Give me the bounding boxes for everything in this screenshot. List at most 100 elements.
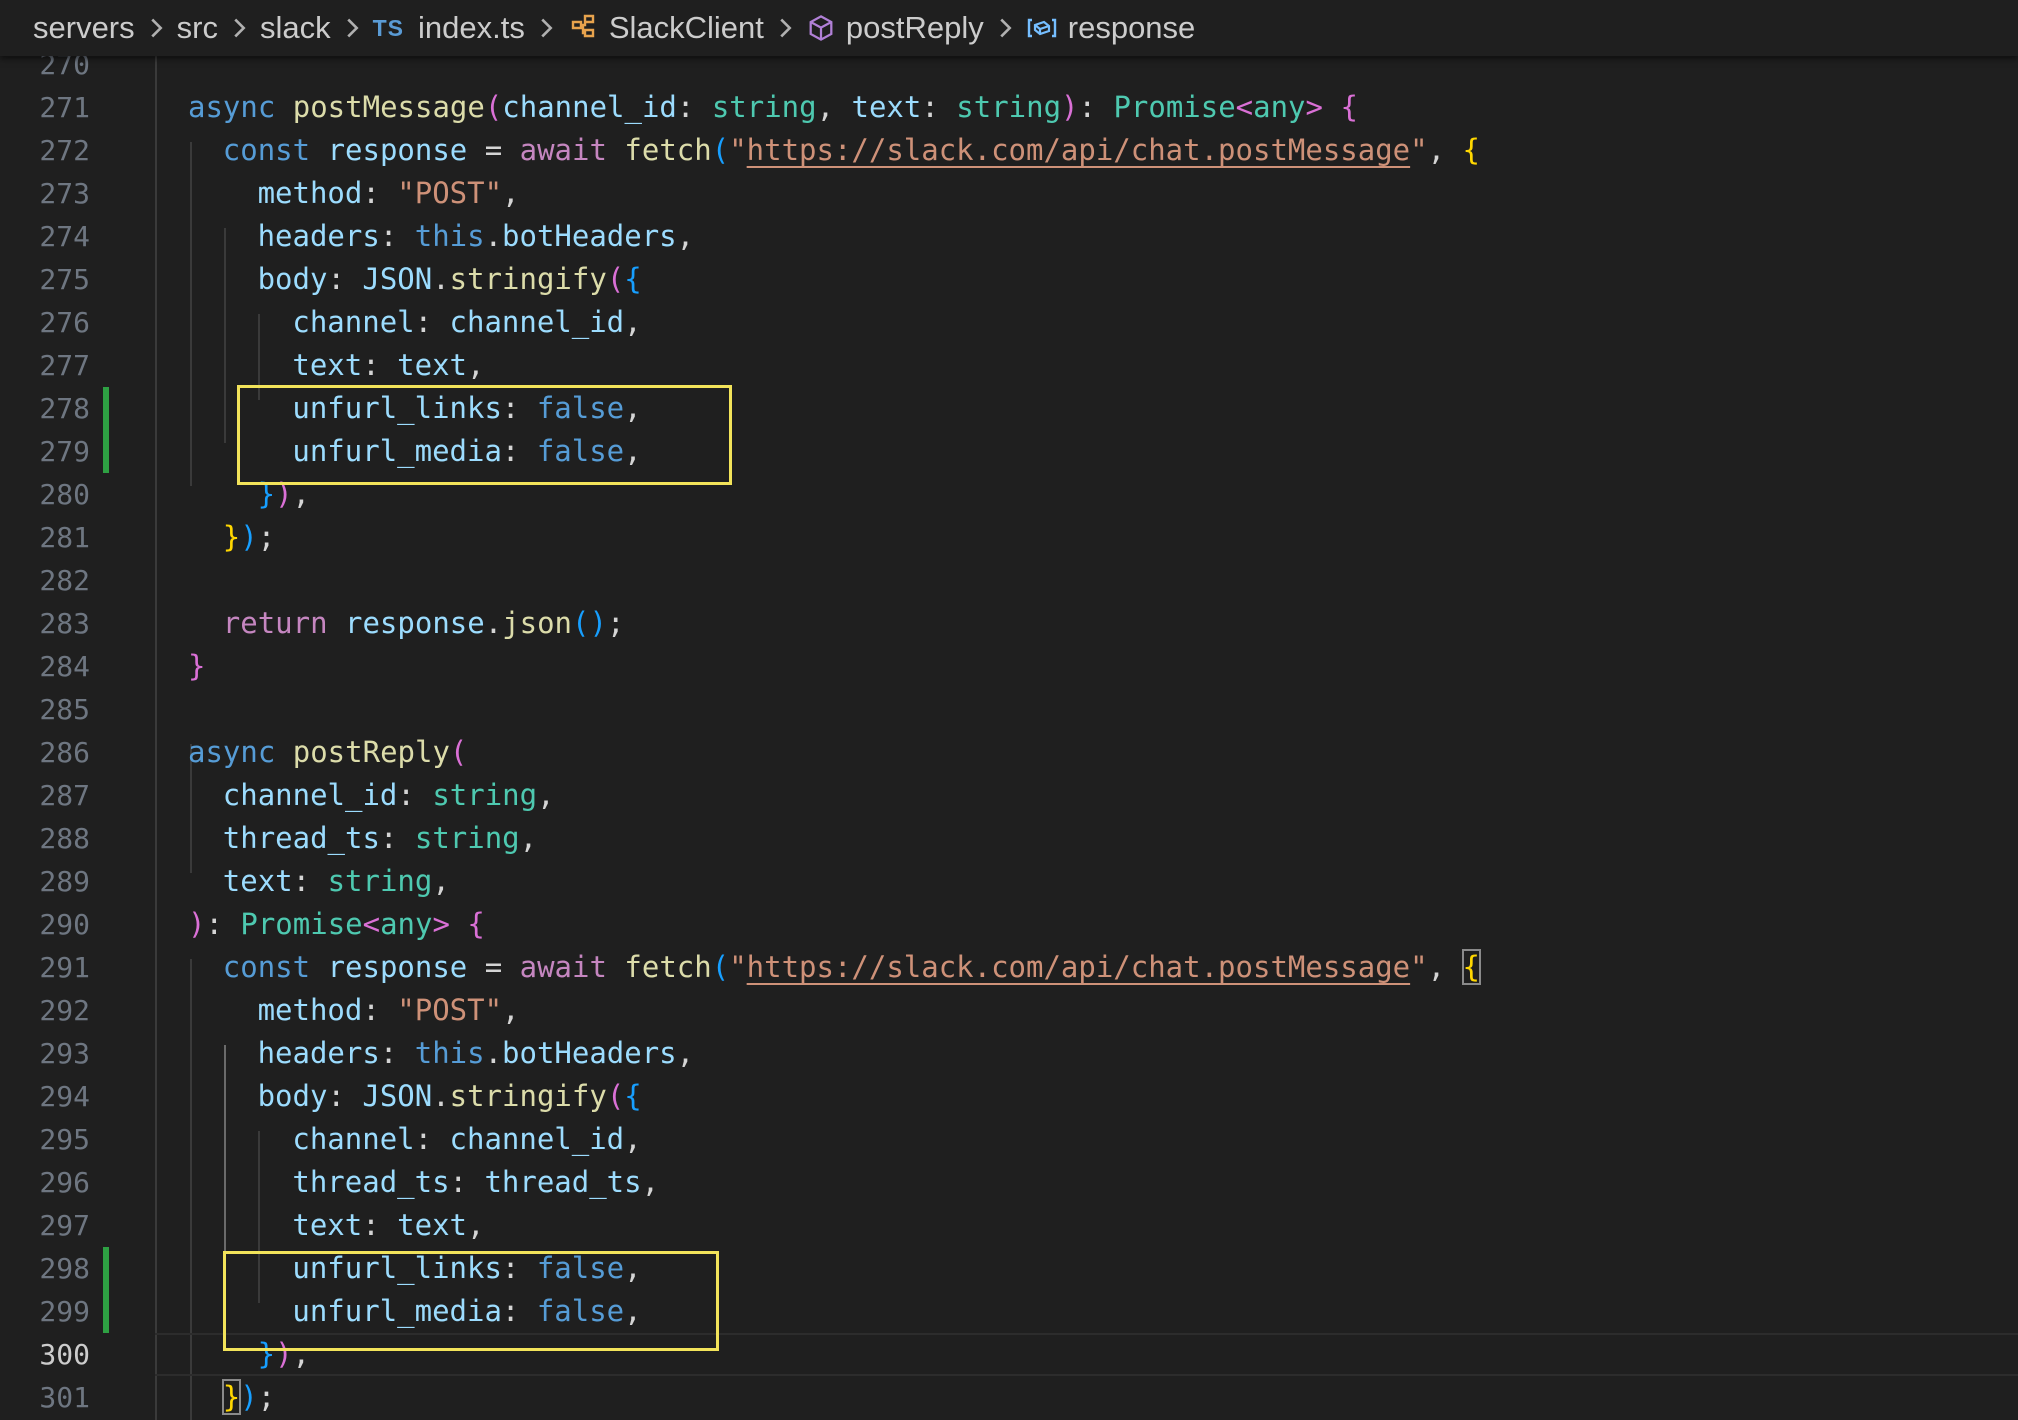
code-line[interactable]: 293 headers: this.botHeaders,	[0, 1032, 2018, 1075]
code-token: )	[275, 1337, 293, 1371]
crumb-postreply[interactable]: postReply	[806, 10, 984, 46]
code-token: channel	[292, 305, 415, 339]
code-token: response	[327, 133, 468, 167]
code-line[interactable]: 276 channel: channel_id,	[0, 301, 2018, 344]
code-token: :	[501, 1294, 537, 1328]
code-line[interactable]: 296 thread_ts: thread_ts,	[0, 1161, 2018, 1204]
code-line[interactable]: 287 channel_id: string,	[0, 774, 2018, 817]
code-line[interactable]: 272 const response = await fetch("https:/…	[0, 129, 2018, 172]
line-number: 295	[39, 1123, 90, 1156]
code-token: async	[188, 735, 293, 769]
code-token: :	[921, 90, 957, 124]
code-line[interactable]: 270	[0, 56, 2018, 86]
line-number: 280	[39, 478, 90, 511]
code-text: thread_ts: string,	[223, 817, 537, 860]
code-token: }	[222, 520, 241, 554]
crumb-src[interactable]: src	[177, 10, 218, 46]
code-line[interactable]: 299 unfurl_media: false,	[0, 1290, 2018, 1333]
git-added-marker[interactable]	[103, 430, 109, 473]
crumb-servers[interactable]: servers	[33, 10, 135, 46]
crumb-response[interactable]: response	[1026, 10, 1195, 46]
code-token: .	[484, 606, 503, 640]
code-token: >	[432, 907, 450, 941]
code-token: ,	[467, 1208, 485, 1242]
code-line[interactable]: 275 body: JSON.stringify({	[0, 258, 2018, 301]
code-line[interactable]: 273 method: "POST",	[0, 172, 2018, 215]
crumb-slackclient[interactable]: SlackClient	[567, 10, 764, 46]
chevron-right-icon	[141, 13, 171, 43]
line-number: 274	[39, 220, 90, 253]
code-token: :	[501, 434, 537, 468]
code-line[interactable]: 281});	[0, 516, 2018, 559]
code-token: method	[257, 993, 363, 1027]
code-line[interactable]: 297 text: text,	[0, 1204, 2018, 1247]
line-number: 294	[39, 1080, 90, 1113]
code-token: ;	[606, 606, 625, 640]
code-text: text: text,	[292, 344, 484, 387]
breadcrumb-label: slack	[259, 10, 331, 45]
code-token: const	[222, 950, 328, 984]
code-line[interactable]: 280}),	[0, 473, 2018, 516]
code-token: :	[362, 993, 398, 1027]
git-added-marker[interactable]	[103, 1290, 109, 1333]
code-line[interactable]: 298 unfurl_links: false,	[0, 1247, 2018, 1290]
code-line[interactable]: 286 async postReply(	[0, 731, 2018, 774]
code-line[interactable]: 295 channel: channel_id,	[0, 1118, 2018, 1161]
code-line[interactable]: 300}),	[0, 1333, 2018, 1376]
code-token: any	[380, 907, 433, 941]
code-token: :	[414, 1122, 450, 1156]
code-token: json	[502, 606, 573, 640]
code-line[interactable]: 274 headers: this.botHeaders,	[0, 215, 2018, 258]
code-token: :	[292, 864, 328, 898]
code-token: this	[414, 1036, 485, 1070]
line-number: 289	[39, 865, 90, 898]
code-line[interactable]: 291 const response = await fetch("https:/…	[0, 946, 2018, 989]
code-line[interactable]: 277 text: text,	[0, 344, 2018, 387]
git-added-marker[interactable]	[103, 387, 109, 430]
code-line[interactable]: 294 body: JSON.stringify({	[0, 1075, 2018, 1118]
code-token: headers	[257, 1036, 380, 1070]
code-token: response	[327, 950, 468, 984]
line-number: 297	[39, 1209, 90, 1242]
code-line[interactable]: 282	[0, 559, 2018, 602]
line-number: 290	[39, 908, 90, 941]
code-line[interactable]: 283 return response.json();	[0, 602, 2018, 645]
code-token: false	[536, 434, 625, 468]
code-token: postReply	[292, 735, 450, 769]
code-token: {	[1340, 90, 1358, 124]
code-line[interactable]: 301});	[0, 1376, 2018, 1419]
code-line[interactable]: 290): Promise<any> {	[0, 903, 2018, 946]
line-number: 270	[39, 56, 90, 81]
code-token: await	[519, 950, 625, 984]
crumb-slack[interactable]: slack	[260, 10, 331, 46]
code-token: body	[257, 262, 328, 296]
code-text: return response.json();	[223, 602, 625, 645]
code-token: :	[501, 1251, 537, 1285]
code-line[interactable]: 279 unfurl_media: false,	[0, 430, 2018, 473]
line-number: 275	[39, 263, 90, 296]
code-text: const response = await fetch("https://sl…	[222, 946, 1482, 989]
git-added-marker[interactable]	[103, 1247, 109, 1290]
code-token: channel_id	[502, 90, 677, 124]
line-number: 272	[39, 134, 90, 167]
code-line[interactable]: 289 text: string,	[0, 860, 2018, 903]
code-editor[interactable]: 270 271 async postMessage(channel_id: stri…	[0, 56, 2018, 1420]
code-text: thread_ts: thread_ts,	[292, 1161, 659, 1204]
code-line[interactable]: 284}	[0, 645, 2018, 688]
code-text: text: text,	[292, 1204, 484, 1247]
code-line[interactable]: 278 unfurl_links: false,	[0, 387, 2018, 430]
code-token: :	[362, 348, 398, 382]
breadcrumb-label: servers	[33, 10, 135, 45]
code-line[interactable]: 292 method: "POST",	[0, 989, 2018, 1032]
line-number: 283	[39, 607, 90, 640]
code-token: ,	[676, 219, 695, 253]
line-number: 299	[39, 1295, 90, 1328]
code-token: :	[379, 821, 415, 855]
code-line[interactable]: 288 thread_ts: string,	[0, 817, 2018, 860]
crumb-index-ts[interactable]: TS index.ts	[373, 10, 525, 46]
code-line[interactable]: 271 async postMessage(channel_id: string,…	[0, 86, 2018, 129]
class-icon	[567, 12, 599, 44]
code-line[interactable]: 285	[0, 688, 2018, 731]
code-token: ,	[816, 90, 852, 124]
